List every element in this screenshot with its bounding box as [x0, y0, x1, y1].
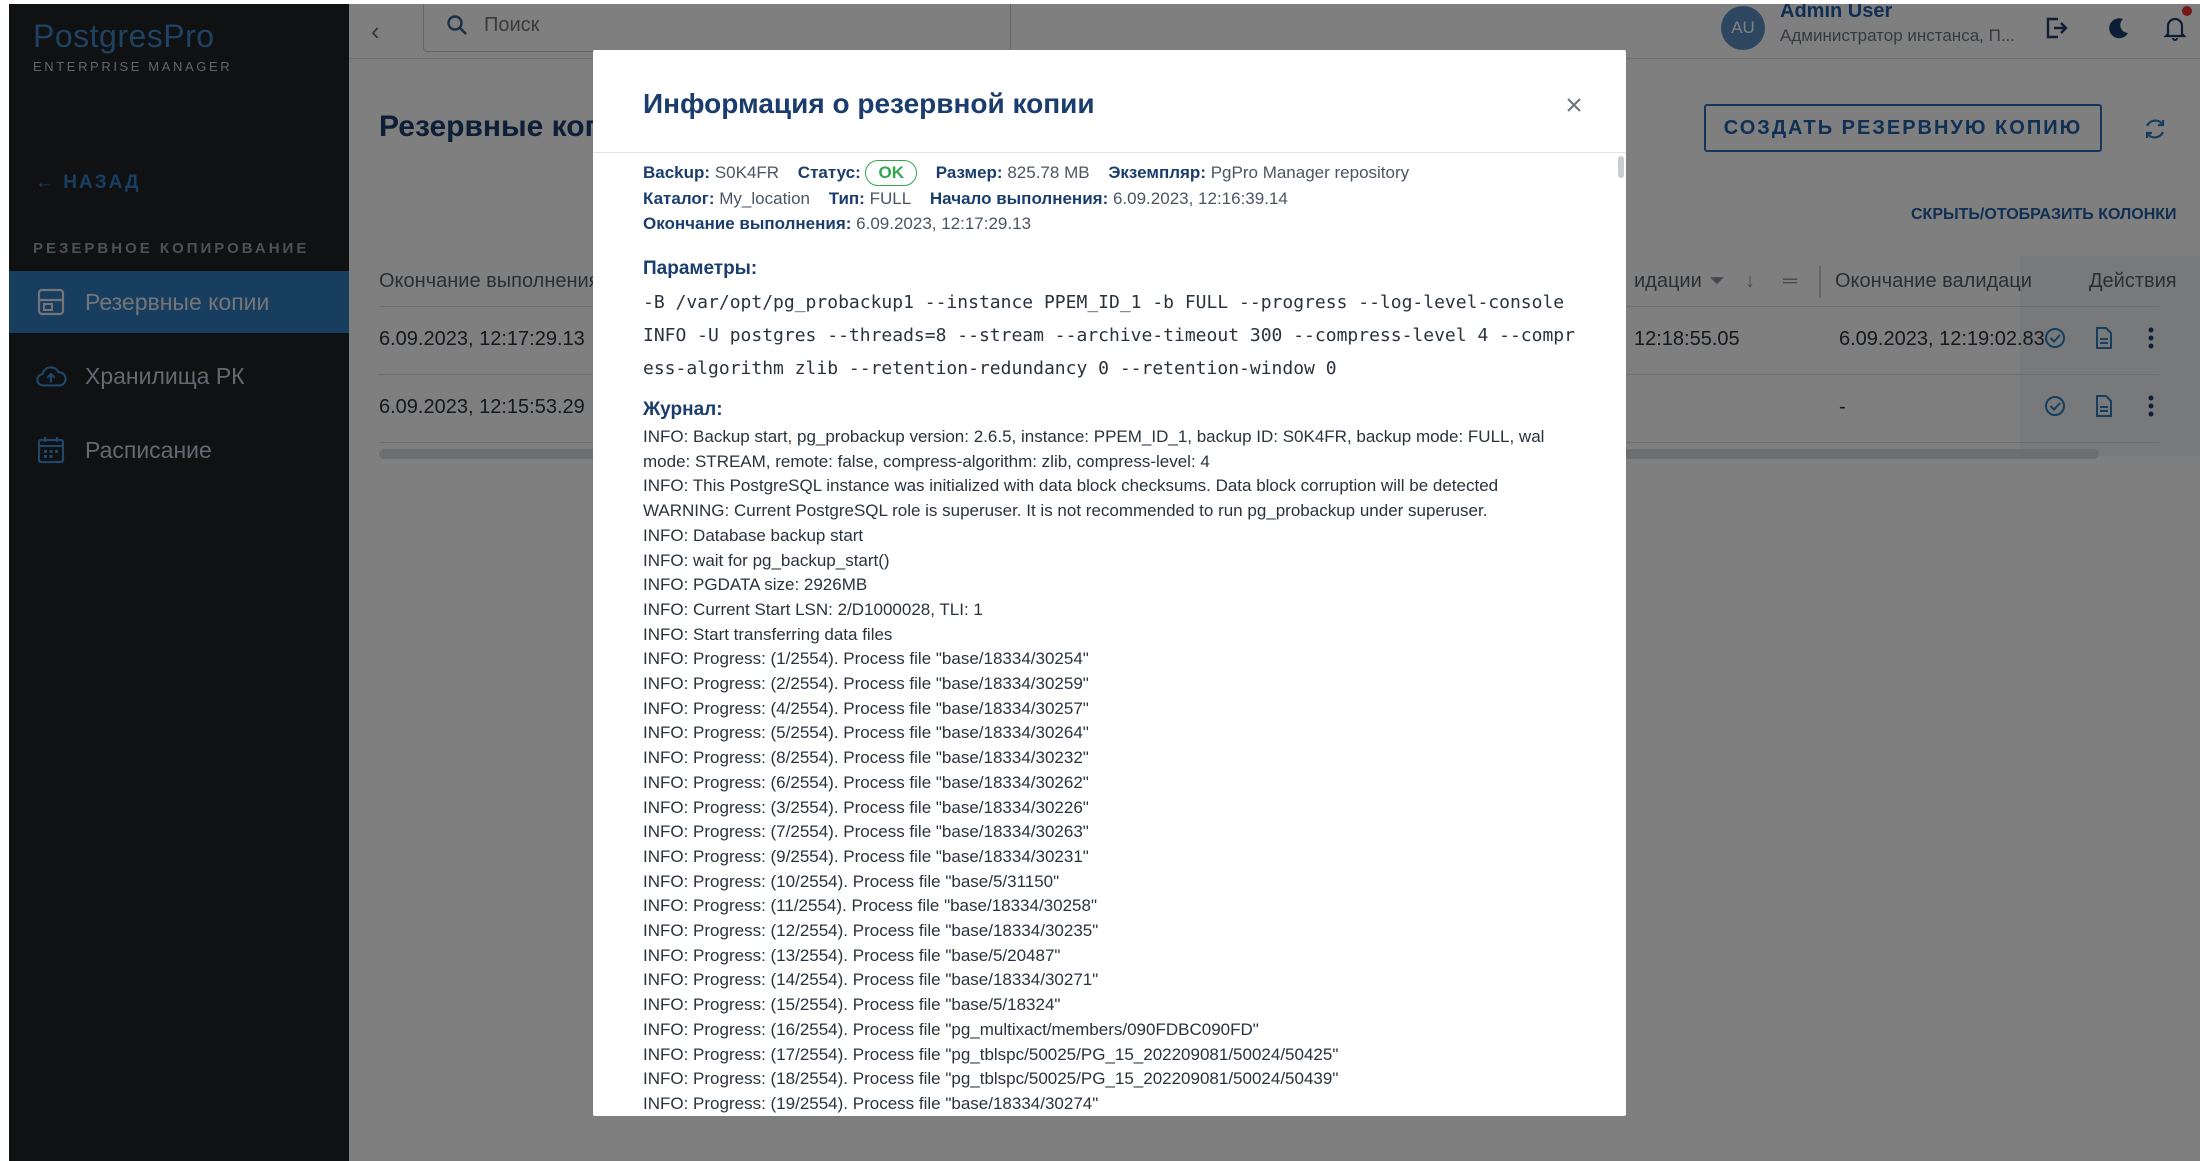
- log-line: INFO: Progress: (15/2554). Process file …: [643, 995, 1061, 1015]
- vertical-scrollbar[interactable]: [1618, 156, 1624, 178]
- log-line: INFO: Progress: (10/2554). Process file …: [643, 871, 1060, 891]
- log-line: INFO: Progress: (3/2554). Process file "…: [643, 797, 1089, 817]
- log-list: INFO: Backup start, pg_probackup version…: [643, 425, 1583, 1116]
- log-line: INFO: Database backup start: [643, 525, 864, 545]
- params-heading: Параметры:: [643, 258, 758, 279]
- catalog-label: Каталог:: [643, 189, 715, 208]
- log-line: WARNING: Current PostgreSQL role is supe…: [643, 501, 1488, 521]
- backup-info-modal: Информация о резервной копии Backup: S0K…: [593, 50, 1626, 1116]
- type-label: Тип:: [828, 189, 865, 208]
- type-value: FULL: [869, 189, 912, 208]
- divider: [593, 152, 1626, 153]
- log-line: INFO: Progress: (8/2554). Process file "…: [643, 748, 1089, 768]
- log-line: INFO: Progress: (19/2554). Process file …: [643, 1093, 1099, 1113]
- size-label: Размер:: [935, 163, 1003, 182]
- log-line: INFO: Current Start LSN: 2/D1000028, TLI…: [643, 599, 983, 619]
- backup-label: Backup:: [643, 163, 711, 182]
- log-line: INFO: Progress: (7/2554). Process file "…: [643, 822, 1089, 842]
- log-line: INFO: Start transferring data files: [643, 624, 893, 644]
- log-line: INFO: Progress: (18/2554). Process file …: [643, 1069, 1339, 1089]
- log-line: INFO: Progress: (12/2554). Process file …: [643, 921, 1099, 941]
- log-line: INFO: Progress: (5/2554). Process file "…: [643, 723, 1089, 743]
- catalog-value: My_location: [719, 189, 810, 208]
- status-label: Статус:: [797, 163, 861, 182]
- log-line: INFO: Progress: (11/2554). Process file …: [643, 896, 1097, 916]
- start-label: Начало выполнения:: [929, 189, 1109, 208]
- log-line: INFO: PGDATA size: 2926MB: [643, 575, 868, 595]
- modal-title: Информация о резервной копии: [643, 88, 1095, 119]
- end-value: 6.09.2023, 12:17:29.13: [856, 214, 1032, 233]
- backup-meta: Backup: S0K4FR Статус: OK Размер: 825.78…: [643, 160, 1583, 236]
- modal-body[interactable]: Backup: S0K4FR Статус: OK Размер: 825.78…: [643, 160, 1583, 1116]
- close-icon[interactable]: [1559, 90, 1589, 120]
- status-badge: OK: [865, 160, 917, 186]
- instance-value: PgPro Manager repository: [1210, 163, 1410, 182]
- log-line: INFO: Progress: (4/2554). Process file "…: [643, 698, 1089, 718]
- log-line: INFO: wait for pg_backup_start(): [643, 550, 890, 570]
- instance-label: Экземпляр:: [1108, 163, 1206, 182]
- log-line: INFO: Progress: (2/2554). Process file "…: [643, 674, 1089, 694]
- log-line: INFO: Progress: (16/2554). Process file …: [643, 1019, 1259, 1039]
- log-line: INFO: Backup start, pg_probackup version…: [643, 427, 1545, 471]
- log-line: INFO: Progress: (13/2554). Process file …: [643, 945, 1061, 965]
- log-line: INFO: Progress: (6/2554). Process file "…: [643, 772, 1089, 792]
- log-line: INFO: Progress: (9/2554). Process file "…: [643, 846, 1089, 866]
- params-text: -B /var/opt/pg_probackup1 --instance PPE…: [643, 292, 1575, 379]
- end-label: Окончание выполнения:: [643, 214, 852, 233]
- app-window: PostgresPro ENTERPRISE MANAGER ← НАЗАД Р…: [9, 4, 2200, 1161]
- log-line: INFO: Progress: (1/2554). Process file "…: [643, 649, 1089, 669]
- size-value: 825.78 MB: [1007, 163, 1090, 182]
- log-line: INFO: Progress: (17/2554). Process file …: [643, 1044, 1339, 1064]
- log-line: INFO: Progress: (14/2554). Process file …: [643, 970, 1099, 990]
- start-value: 6.09.2023, 12:16:39.14: [1112, 189, 1288, 208]
- backup-id: S0K4FR: [714, 163, 780, 182]
- log-heading: Журнал:: [643, 399, 723, 420]
- log-line: INFO: This PostgreSQL instance was initi…: [643, 476, 1499, 496]
